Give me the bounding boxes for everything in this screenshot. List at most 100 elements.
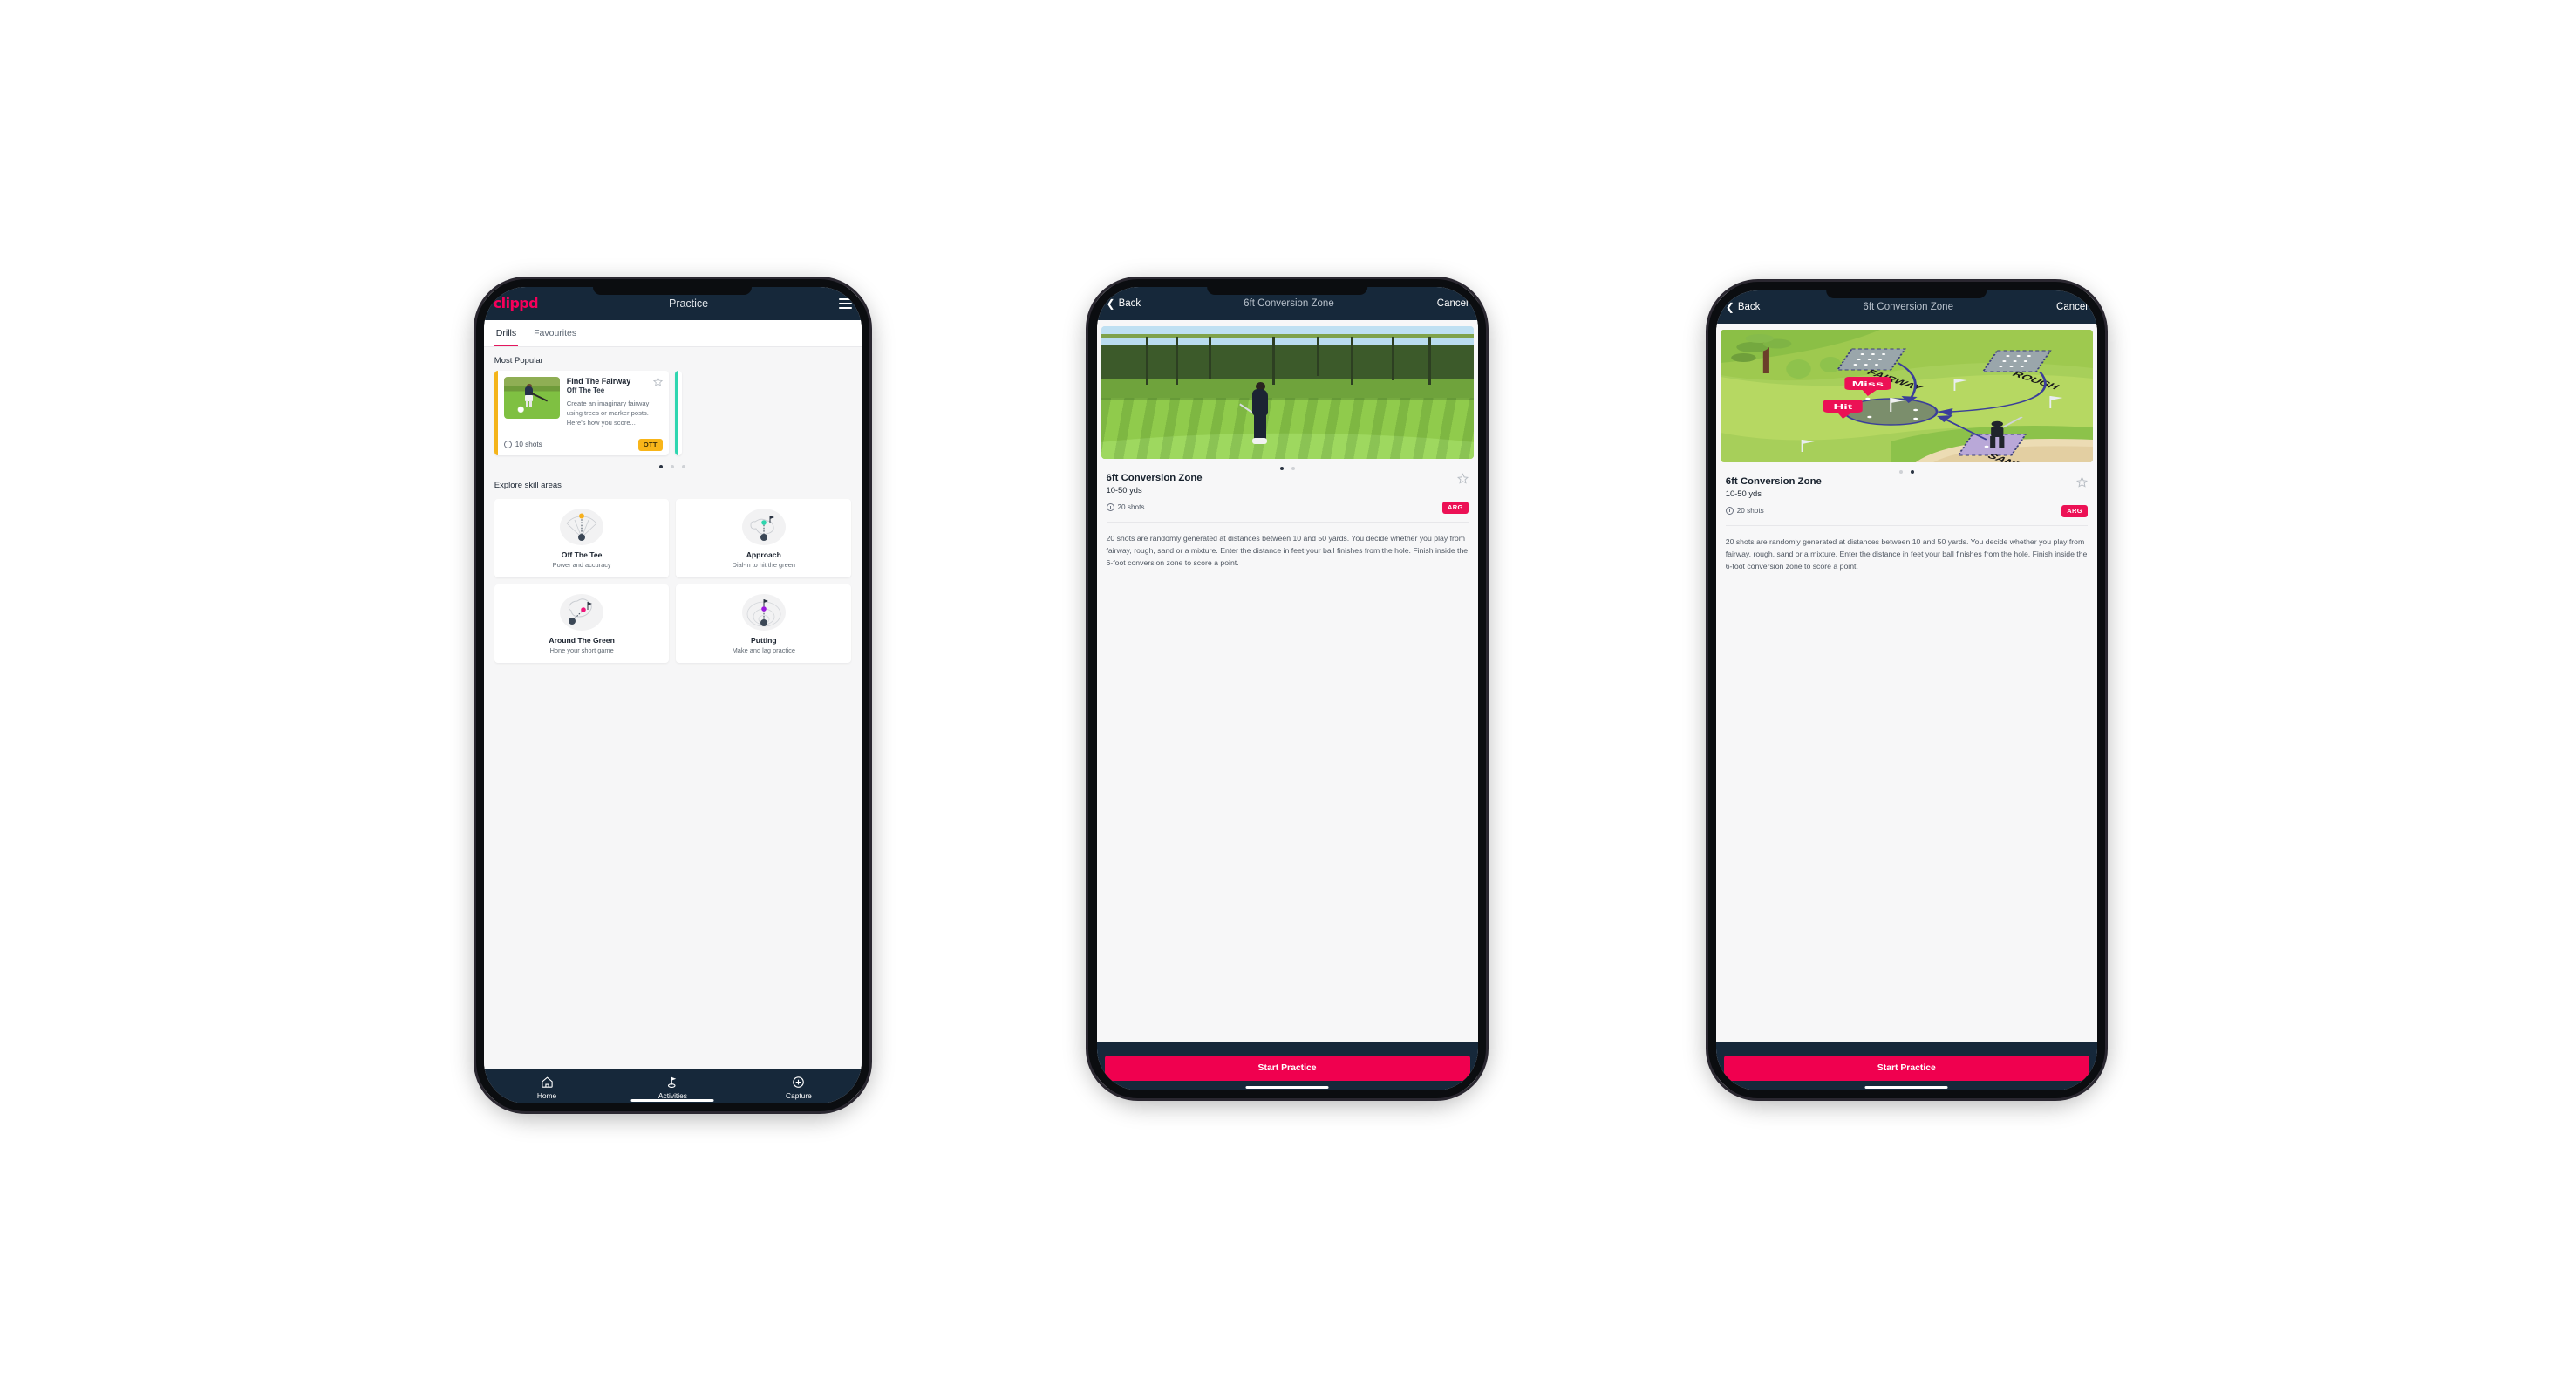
skill-name: Putting	[750, 635, 777, 645]
carousel-dots[interactable]	[484, 455, 862, 468]
golf-course-diagram: FAIRWAY ROUGH SAND Miss Hit	[1720, 329, 2093, 462]
cta-footer: Start Practice	[1096, 1041, 1478, 1090]
tabbar-item-activities[interactable]: Activities	[610, 1076, 735, 1100]
phone2-screen: ❮ Back 6ft Conversion Zone Cancel 6ft Co…	[1096, 286, 1478, 1090]
skill-areas-grid: Off The Tee Power and accuracy Approach …	[484, 495, 862, 663]
golf-flag-icon	[667, 1076, 677, 1089]
back-button[interactable]: ❮ Back	[1107, 298, 1141, 309]
drill-card-footer: 10 shots OTT	[497, 433, 669, 455]
detail-shots-label: 20 shots	[1736, 507, 1764, 515]
practice-content: Most Popular Find The Fairway Off The Te…	[483, 346, 862, 1069]
skill-desc: Power and accuracy	[552, 560, 611, 569]
golfer-figure	[1239, 381, 1272, 447]
skill-card-approach[interactable]: Approach Dial-in to hit the green	[676, 498, 852, 577]
phone-mockup-drill-detail-diagram: ❮ Back 6ft Conversion Zone Cancel FAIRWA…	[1705, 279, 2109, 1102]
detail-meta-row: 20 shots ARG	[1725, 504, 2088, 517]
detail-title: 6ft Conversion Zone	[1106, 472, 1203, 483]
golfer-chipping-photo	[1101, 325, 1474, 459]
drill-shots: 10 shots	[503, 441, 542, 449]
skill-desc: Make and lag practice	[732, 646, 795, 654]
drill-subtitle: Off The Tee	[566, 386, 605, 394]
phone3-notch	[1826, 290, 1987, 298]
detail-shots: 20 shots	[1725, 507, 1764, 515]
detail-shots-label: 20 shots	[1117, 503, 1145, 512]
star-outline-icon[interactable]	[1456, 472, 1469, 484]
back-label: Back	[1737, 301, 1761, 312]
skill-name: Approach	[746, 550, 781, 559]
miss-label: Miss	[1851, 379, 1883, 387]
approach-green-icon	[681, 508, 846, 547]
start-practice-button[interactable]: Start Practice	[1723, 1055, 2089, 1081]
skill-card-around-the-green[interactable]: Around The Green Hone your short game	[494, 584, 670, 663]
skill-desc: Dial-in to hit the green	[732, 560, 795, 569]
phone1-notch	[593, 286, 753, 295]
phone3-screen: ❮ Back 6ft Conversion Zone Cancel FAIRWA…	[1715, 290, 2097, 1090]
drill-title: Find The Fairway	[566, 376, 631, 386]
detail-title-row: 6ft Conversion Zone 10-50 yds	[1726, 476, 2088, 498]
phone-mockup-practice: clippd Practice Drills Favourites Most P…	[473, 276, 873, 1115]
hit-label: Hit	[1833, 402, 1853, 410]
drill-head-row: Find The Fairway Off The Tee	[567, 377, 663, 394]
putting-rings-icon	[681, 593, 846, 632]
page-title: Practice	[668, 297, 709, 310]
hero-media-photo[interactable]	[1101, 325, 1474, 459]
tabbar-item-capture[interactable]: Capture	[736, 1076, 862, 1100]
skill-name: Around The Green	[549, 635, 615, 645]
star-outline-icon[interactable]	[2075, 475, 2088, 488]
clock-icon	[1725, 507, 1734, 515]
media-carousel-dots[interactable]	[1716, 462, 2097, 474]
tabbar-label-home: Home	[536, 1091, 557, 1101]
drill-carousel[interactable]: Find The Fairway Off The Tee Create an i…	[484, 370, 862, 455]
detail-description: 20 shots are randomly generated at dista…	[1106, 533, 1469, 567]
home-indicator	[1864, 1085, 1948, 1089]
clock-icon	[1106, 503, 1114, 512]
drill-card-next-peek[interactable]	[674, 370, 682, 455]
start-practice-button[interactable]: Start Practice	[1104, 1055, 1470, 1081]
detail-content: 6ft Conversion Zone 10-50 yds 20 shots A…	[1096, 319, 1478, 1042]
cancel-button[interactable]: Cancel	[1437, 298, 1469, 309]
tab-drills[interactable]: Drills	[494, 320, 519, 346]
section-most-popular-label: Most Popular	[494, 355, 543, 366]
skill-card-putting[interactable]: Putting Make and lag practice	[676, 584, 852, 663]
detail-meta-row: 20 shots ARG	[1106, 501, 1469, 514]
hamburger-menu-icon[interactable]	[839, 297, 853, 309]
drill-thumbnail	[503, 376, 560, 419]
section-skill-areas-label: Explore skill areas	[494, 480, 562, 490]
tab-favourites[interactable]: Favourites	[532, 320, 578, 346]
detail-title: 6ft Conversion Zone	[1725, 475, 1822, 487]
detail-title-row: 6ft Conversion Zone 10-50 yds	[1107, 473, 1469, 495]
clippd-logo[interactable]: clippd	[494, 295, 539, 311]
tabbar-label-capture: Capture	[785, 1091, 812, 1101]
detail-description: 20 shots are randomly generated at dista…	[1725, 536, 2088, 571]
cta-footer: Start Practice	[1715, 1041, 2097, 1090]
cancel-button[interactable]: Cancel	[2056, 302, 2088, 312]
chevron-left-icon: ❮	[1725, 300, 1734, 313]
skill-badge-ott: OTT	[637, 438, 663, 451]
back-button[interactable]: ❮ Back	[1726, 302, 1761, 312]
star-outline-icon[interactable]	[652, 376, 663, 386]
detail-navbar-title: 6ft Conversion Zone	[1863, 301, 1953, 312]
home-indicator	[1245, 1085, 1329, 1089]
screenshot-canvas: clippd Practice Drills Favourites Most P…	[0, 0, 2576, 1387]
clock-icon	[503, 441, 512, 449]
drill-description: Create an imaginary fairway using trees …	[566, 399, 650, 427]
home-indicator	[630, 1099, 714, 1103]
detail-header: 6ft Conversion Zone 10-50 yds 20 shots A…	[1716, 474, 2097, 517]
skill-card-off-the-tee[interactable]: Off The Tee Power and accuracy	[494, 498, 670, 577]
hero-media-illustration[interactable]: FAIRWAY ROUGH SAND Miss Hit	[1720, 329, 2093, 462]
drill-card-top: Find The Fairway Off The Tee Create an i…	[498, 371, 669, 434]
detail-shots: 20 shots	[1106, 503, 1145, 512]
drill-info: Find The Fairway Off The Tee Create an i…	[567, 377, 663, 427]
detail-content: FAIRWAY ROUGH SAND Miss Hit 6ft Conversi…	[1715, 323, 2097, 1042]
media-carousel-dots[interactable]	[1097, 459, 1478, 470]
detail-subtitle: 10-50 yds	[1106, 484, 1142, 495]
tabbar-item-home[interactable]: Home	[484, 1076, 610, 1100]
bottom-tab-bar: Home Activities Capture	[483, 1069, 862, 1104]
plus-circle-icon	[793, 1076, 805, 1088]
drill-shots-label: 10 shots	[515, 441, 542, 449]
skill-badge-arg: ARG	[2061, 504, 2088, 517]
detail-header: 6ft Conversion Zone 10-50 yds 20 shots A…	[1097, 470, 1478, 514]
drill-card-find-the-fairway[interactable]: Find The Fairway Off The Tee Create an i…	[494, 370, 669, 455]
tee-dispersion-icon	[500, 508, 664, 547]
detail-subtitle: 10-50 yds	[1725, 488, 1762, 498]
